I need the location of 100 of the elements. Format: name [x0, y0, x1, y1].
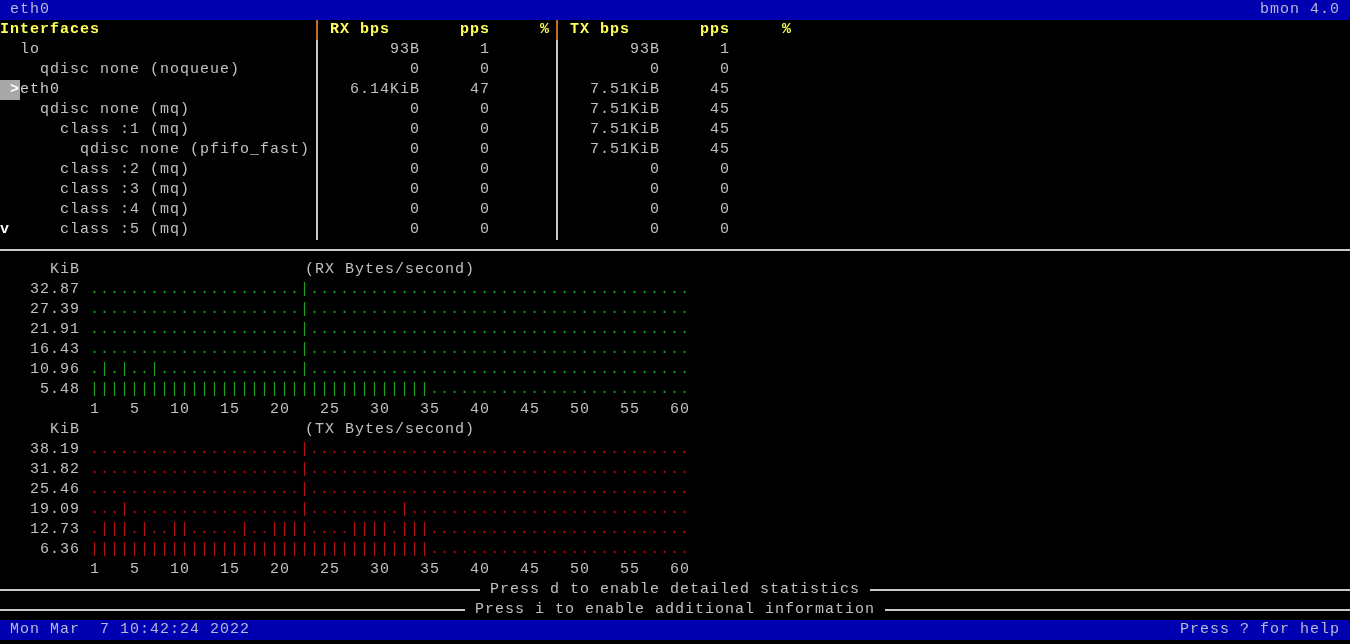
table-cell: 0 — [556, 60, 660, 80]
interface-name[interactable]: class :4 (mq) — [60, 200, 191, 220]
axis-tick: 35 — [419, 560, 440, 580]
axis-tick: 10 — [169, 560, 190, 580]
table-cell-text: 0 — [719, 180, 730, 200]
axis-tick: 55 — [619, 560, 640, 580]
axis-tick: 40 — [469, 560, 490, 580]
table-cell: 0 — [556, 220, 660, 240]
axis-tick: 60 — [669, 560, 690, 580]
graph-bars: ||||||||||||||||||||||||||||||||||.......................... — [90, 540, 691, 560]
table-cell: 93B — [556, 40, 660, 60]
interface-name[interactable]: class :3 (mq) — [60, 180, 191, 200]
graph-title: (TX Bytes/second) — [305, 420, 476, 440]
table-cell-text: 0 — [479, 140, 490, 160]
axis-tick: 10 — [169, 400, 190, 420]
axis-label: 32.87 — [29, 280, 80, 300]
axis-tick: 35 — [419, 400, 440, 420]
date-time: Mon Mar 7 10:42:24 2022 — [10, 620, 251, 640]
graph-bars: .....................|...................................... — [90, 340, 691, 360]
interface-name[interactable]: qdisc none (noqueue) — [40, 60, 241, 80]
interface-name[interactable]: eth0 — [20, 80, 60, 100]
column-header: RX bps — [316, 20, 420, 40]
app-version: bmon 4.0 — [1260, 0, 1340, 20]
column-header: % — [781, 20, 792, 40]
interface-title: eth0 — [10, 0, 50, 20]
axis-tick: 50 — [569, 560, 590, 580]
graph-bars: .....................|...................................... — [90, 440, 691, 460]
column-header: pps — [459, 20, 490, 40]
axis-label: 6.36 — [39, 540, 80, 560]
table-cell-text: 1 — [479, 40, 490, 60]
interface-name[interactable]: class :2 (mq) — [60, 160, 191, 180]
table-cell: 7.51KiB — [556, 100, 660, 120]
axis-tick: 15 — [219, 560, 240, 580]
graph-bars: .....................|...................................... — [90, 320, 691, 340]
table-cell-text: 0 — [479, 120, 490, 140]
axis-label: 27.39 — [29, 300, 80, 320]
axis-label: 31.82 — [29, 460, 80, 480]
table-cell: 0 — [316, 200, 420, 220]
table-cell: 93B — [316, 40, 420, 60]
unit-label: KiB — [49, 420, 80, 440]
axis-tick: 25 — [319, 400, 340, 420]
table-cell-text: 0 — [479, 100, 490, 120]
column-header: TX bps — [556, 20, 660, 40]
interface-name[interactable]: class :5 (mq) — [60, 220, 191, 240]
table-cell: 0 — [556, 180, 660, 200]
axis-tick: 20 — [269, 560, 290, 580]
table-cell-text: 45 — [709, 80, 730, 100]
column-header: % — [539, 20, 550, 40]
graph-bars: .|||.|..||.....|..||||....||||.|||.......................... — [90, 520, 691, 540]
axis-label: 21.91 — [29, 320, 80, 340]
axis-tick: 5 — [129, 400, 140, 420]
help-hint: Press ? for help — [1179, 620, 1340, 640]
axis-tick: 25 — [319, 560, 340, 580]
hint-text: Press i to enable additional information — [473, 600, 877, 620]
interface-name[interactable]: lo — [20, 40, 40, 60]
unit-label: KiB — [49, 260, 80, 280]
axis-tick: 20 — [269, 400, 290, 420]
axis-tick: 40 — [469, 400, 490, 420]
table-cell-text: 0 — [479, 200, 490, 220]
table-cell: 0 — [316, 160, 420, 180]
axis-label: 16.43 — [29, 340, 80, 360]
table-cell-text: 0 — [719, 200, 730, 220]
scroll-indicator: v — [0, 220, 10, 240]
axis-tick: 30 — [369, 560, 390, 580]
table-cell: 0 — [556, 160, 660, 180]
axis-label: 10.96 — [29, 360, 80, 380]
interface-name[interactable]: qdisc none (mq) — [40, 100, 191, 120]
table-cell-text: 47 — [469, 80, 490, 100]
axis-label: 25.46 — [29, 480, 80, 500]
hint-text: Press d to enable detailed statistics — [488, 580, 862, 600]
table-cell-text: 0 — [479, 220, 490, 240]
table-cell-text: 45 — [709, 140, 730, 160]
table-cell-text: 0 — [719, 60, 730, 80]
table-cell-text: 1 — [719, 40, 730, 60]
axis-tick: 15 — [219, 400, 240, 420]
table-cell: 7.51KiB — [556, 120, 660, 140]
graph-bars: .|.|..|..............|...................................... — [90, 360, 691, 380]
column-header: Interfaces — [0, 20, 101, 40]
table-cell: 7.51KiB — [556, 140, 660, 160]
axis-tick: 60 — [669, 400, 690, 420]
table-cell: 6.14KiB — [316, 80, 420, 100]
table-cell-text: 0 — [719, 160, 730, 180]
table-cell-text: 0 — [479, 180, 490, 200]
table-cell-text: 45 — [709, 120, 730, 140]
table-cell: 0 — [316, 180, 420, 200]
table-cell-text: 0 — [719, 220, 730, 240]
axis-tick: 45 — [519, 400, 540, 420]
axis-tick: 45 — [519, 560, 540, 580]
graph-bars: .....................|...................................... — [90, 460, 691, 480]
axis-tick: 5 — [129, 560, 140, 580]
axis-tick: 55 — [619, 400, 640, 420]
table-cell: 0 — [316, 60, 420, 80]
graph-bars: ...|.................|.........|............................ — [90, 500, 691, 520]
table-cell: 0 — [316, 220, 420, 240]
interface-name[interactable]: qdisc none (pfifo_fast) — [80, 140, 311, 160]
graph-bars: .....................|...................................... — [90, 480, 691, 500]
row-cursor: > — [0, 80, 20, 100]
interface-name[interactable]: class :1 (mq) — [60, 120, 191, 140]
axis-tick: 1 — [90, 400, 100, 420]
table-cell: 0 — [316, 100, 420, 120]
